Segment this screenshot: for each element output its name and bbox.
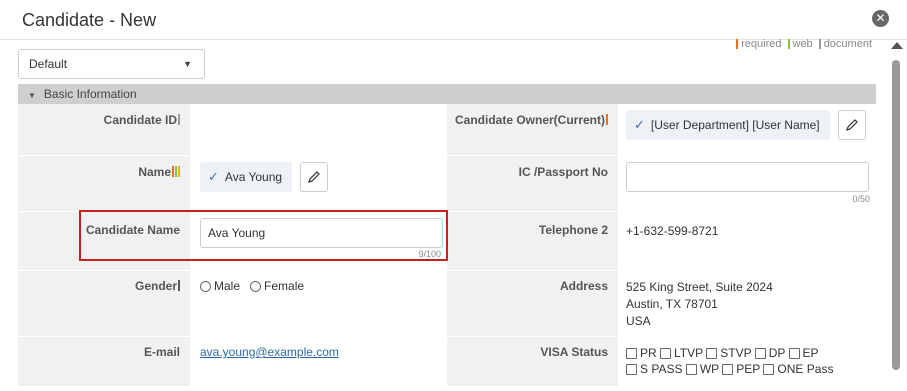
email-label: E-mail	[18, 337, 190, 386]
edit-name-button[interactable]	[300, 162, 329, 192]
visa-status-label: VISA Status	[447, 337, 618, 386]
candidate-owner-label: Candidate Owner(Current)	[447, 104, 618, 155]
visa-option[interactable]: PEP	[722, 362, 760, 376]
ic-passport-input[interactable]	[626, 162, 869, 192]
radio-female[interactable]: Female	[250, 279, 304, 293]
close-icon[interactable]: ✕	[872, 10, 889, 27]
section-basic-information[interactable]: ▼ Basic Information	[18, 84, 876, 104]
form-row: Candidate ID Candidate Owner(Current) ✓[…	[18, 104, 876, 156]
ic-passport-value: 0/50	[618, 156, 876, 211]
visa-option[interactable]: EP	[788, 346, 819, 360]
candidate-owner-value: ✓ [User Department] [User Name]	[618, 104, 876, 155]
check-icon: ✓	[634, 117, 645, 132]
candidate-name-label: Candidate Name	[18, 212, 190, 270]
name-value: ✓ Ava Young	[190, 156, 447, 211]
legend-web: web	[787, 38, 813, 50]
edit-owner-button[interactable]	[837, 110, 866, 140]
scrollbar[interactable]	[889, 40, 903, 391]
gender-label: Gender	[18, 271, 190, 336]
candidate-name-value: 9/100	[190, 212, 447, 270]
check-icon: ✓	[208, 169, 219, 184]
address-value: 525 King Street, Suite 2024 Austin, TX 7…	[618, 271, 876, 336]
legend-required: required	[736, 38, 782, 50]
legend-document: document	[818, 38, 872, 50]
ic-passport-counter: 0/50	[852, 194, 870, 204]
visa-option[interactable]: LTVP	[660, 346, 703, 360]
form-row: Candidate Name 9/100 Telephone 2 +1-632-…	[18, 212, 876, 271]
pencil-icon	[845, 119, 858, 131]
email-link[interactable]: ava.young@example.com	[200, 345, 339, 359]
visa-option[interactable]: ONE Pass	[763, 362, 833, 376]
scroll-thumb[interactable]	[892, 60, 900, 370]
pencil-icon	[308, 171, 320, 183]
owner-chip[interactable]: ✓ [User Department] [User Name]	[626, 110, 830, 140]
candidate-id-label: Candidate ID	[18, 104, 190, 155]
visa-option[interactable]: STVP	[706, 346, 751, 360]
ic-passport-label: IC /Passport No	[447, 156, 618, 211]
visa-option[interactable]: DP	[754, 346, 785, 360]
candidate-id-value	[190, 104, 447, 155]
email-value: ava.young@example.com	[190, 337, 447, 386]
address-label: Address	[447, 271, 618, 336]
visa-option[interactable]: WP	[685, 362, 719, 376]
visa-status-value: PR LTVP STVP DP EP S PASS WP PEP ONE Pas…	[618, 337, 876, 386]
dialog-titlebar: Candidate - New ✕	[0, 0, 907, 40]
candidate-name-input[interactable]	[200, 218, 443, 248]
section-title: Basic Information	[43, 87, 137, 101]
radio-male[interactable]: Male	[200, 279, 240, 293]
visa-option[interactable]: S PASS	[626, 362, 682, 376]
telephone2-value: +1-632-599-8721	[618, 212, 876, 270]
form-row: Gender Male Female Address 525 King Stre…	[18, 271, 876, 337]
candidate-form: Candidate ID Candidate Owner(Current) ✓[…	[18, 104, 876, 387]
name-chip[interactable]: ✓ Ava Young	[200, 162, 293, 192]
gender-value: Male Female	[190, 271, 447, 336]
candidate-name-counter: 9/100	[418, 249, 441, 259]
field-legend: required web document	[736, 38, 872, 50]
telephone2-label: Telephone 2	[447, 212, 618, 270]
scroll-up-icon[interactable]	[891, 42, 903, 49]
layout-select[interactable]: Default ▼	[18, 49, 205, 79]
form-row: Name ✓ Ava Young IC /Passport No 0/50	[18, 156, 876, 212]
dialog-title: Candidate - New	[22, 10, 157, 30]
form-row: E-mail ava.young@example.com VISA Status…	[18, 337, 876, 387]
name-label: Name	[18, 156, 190, 211]
visa-option[interactable]: PR	[626, 346, 657, 360]
chevron-down-icon: ▼	[183, 59, 192, 69]
layout-select-value: Default	[29, 57, 68, 71]
collapse-icon[interactable]: ▼	[28, 91, 36, 100]
